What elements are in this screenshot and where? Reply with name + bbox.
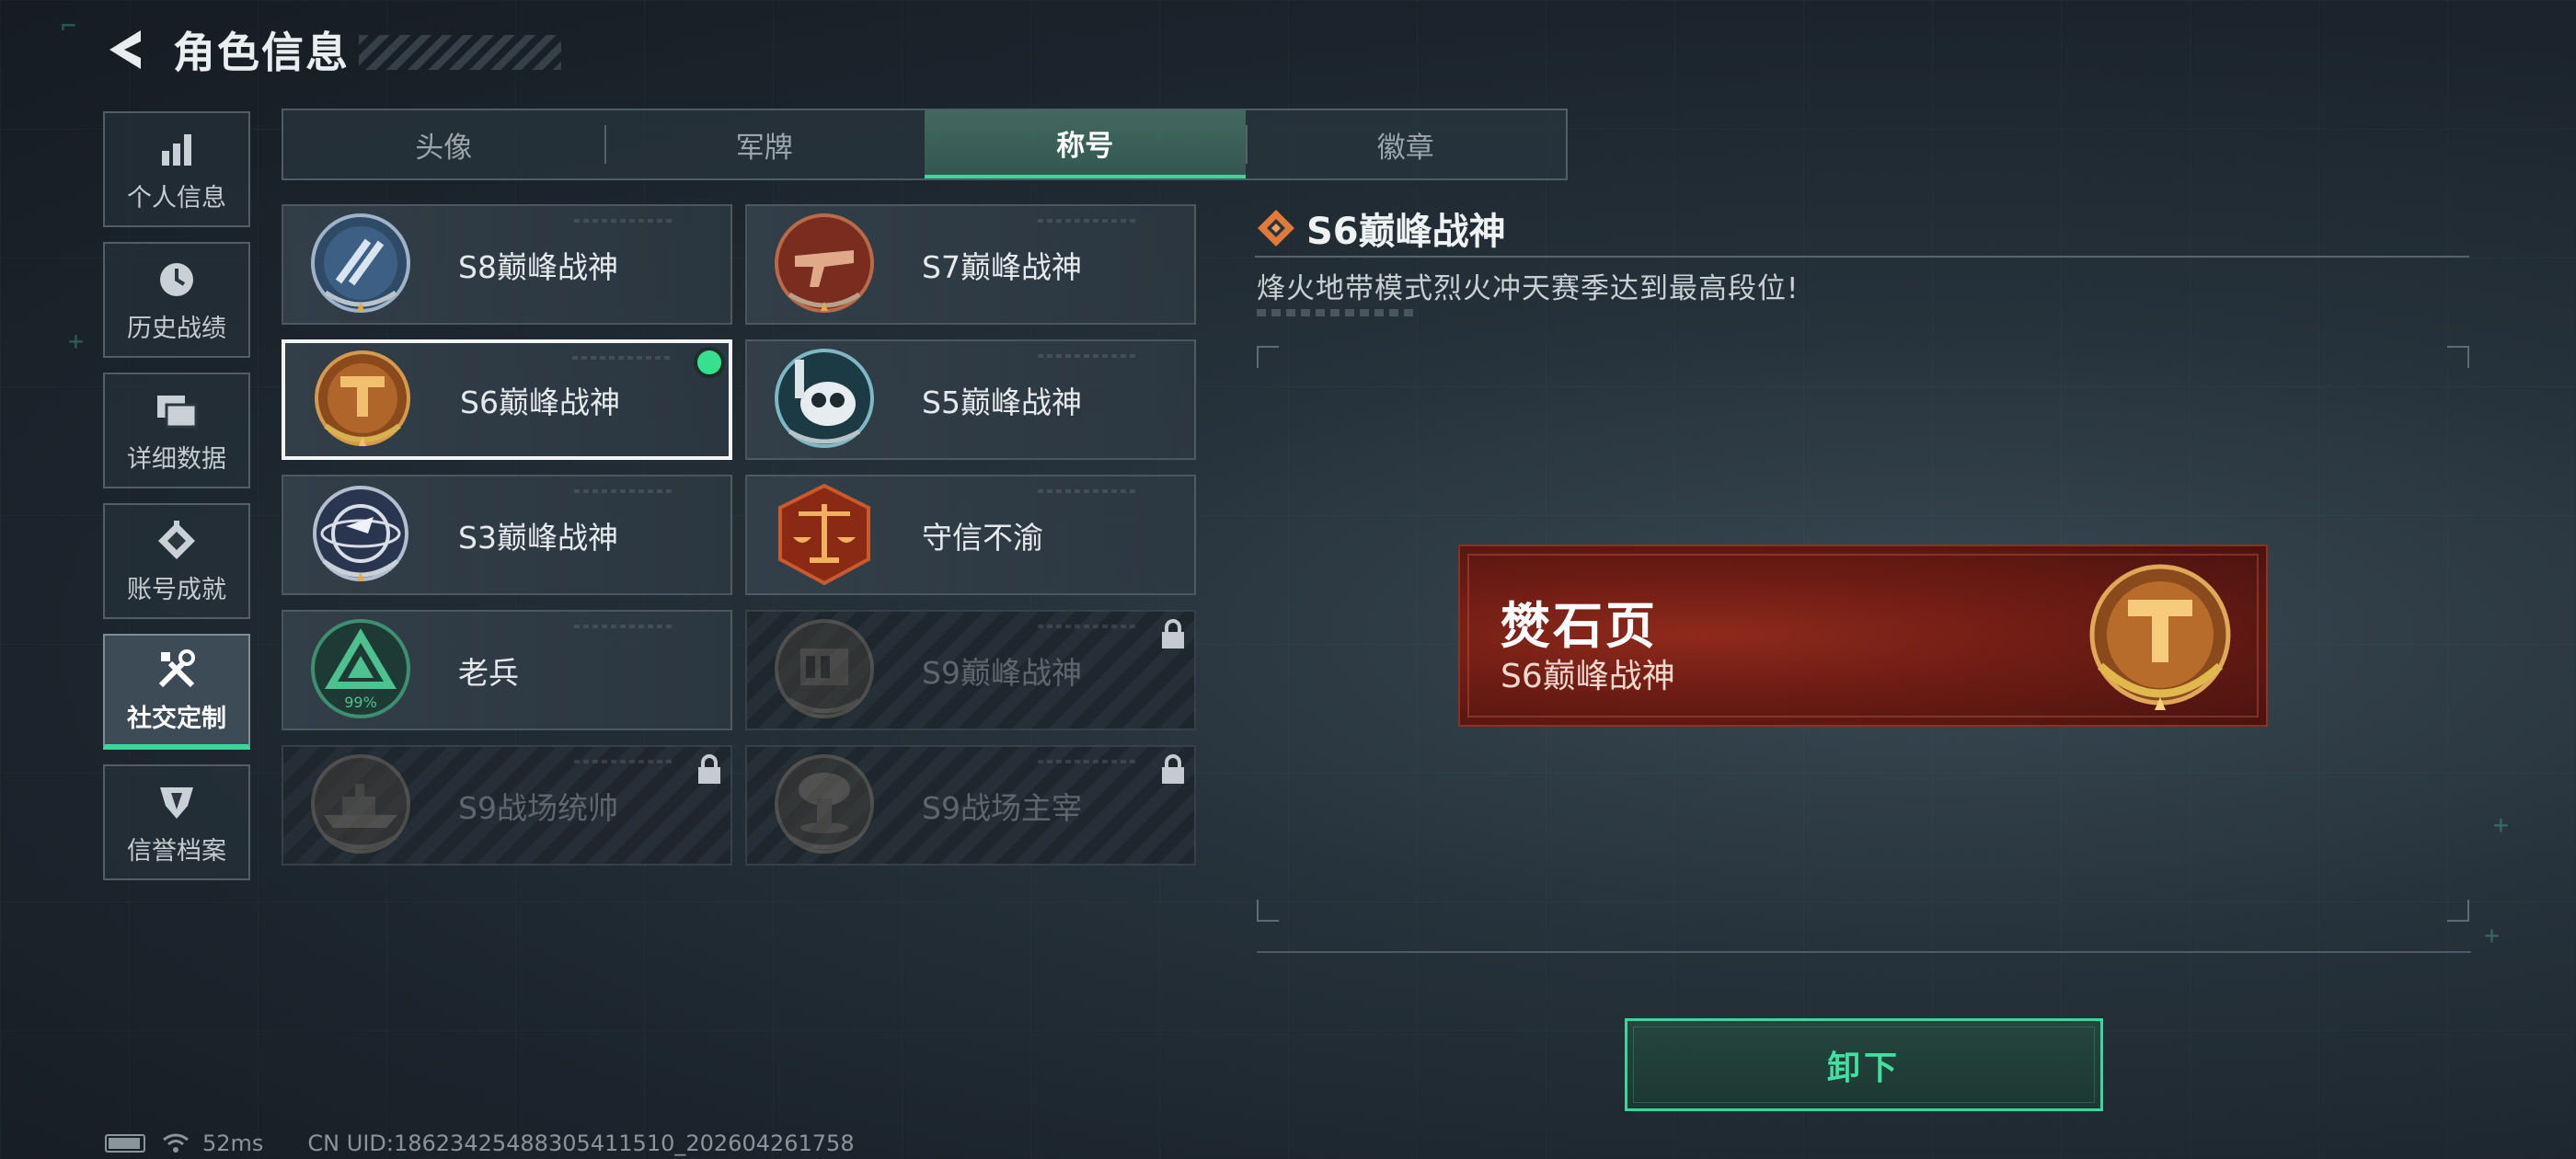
lock-icon xyxy=(696,754,723,786)
card-decoration xyxy=(574,489,675,493)
sidebar-item-personal-info[interactable]: 个人信息 xyxy=(103,111,250,227)
clock-icon xyxy=(154,257,200,303)
title-name: 守信不渝 xyxy=(922,519,1043,556)
tab-badge[interactable]: 徽章 xyxy=(1245,110,1567,178)
card-decoration xyxy=(574,219,675,223)
s6-badge-icon xyxy=(307,345,418,455)
card-decoration xyxy=(1038,219,1139,223)
title-name: S9战场主宰 xyxy=(922,789,1082,826)
title-name: 老兵 xyxy=(458,654,519,691)
uid-text: CN UID:1862342548830541151​0_20260426175… xyxy=(307,1130,855,1156)
title-card-s7[interactable]: S7巅峰战神 xyxy=(745,204,1196,325)
veteran-badge-text: 99% xyxy=(344,694,377,711)
status-bar: 52ms CN UID:1862342548830541151​0_202604… xyxy=(105,1130,855,1156)
deco-plus: + xyxy=(2484,920,2500,950)
s6-badge-icon xyxy=(2073,546,2248,725)
page-title: 角色信息 xyxy=(173,28,350,77)
title-name: S9战场统帅 xyxy=(458,789,618,826)
warship-badge-icon xyxy=(305,751,416,861)
scales-badge-icon xyxy=(769,480,880,591)
battery-icon xyxy=(105,1134,145,1153)
page-header: 角色信息 xyxy=(101,22,561,77)
title-card-s6[interactable]: S6巅峰战神 xyxy=(282,339,732,460)
card-decoration xyxy=(574,760,675,763)
back-arrow-icon[interactable] xyxy=(101,22,149,77)
deco-plus: + xyxy=(2493,809,2509,840)
title-card-s8[interactable]: S8巅峰战神 xyxy=(282,204,732,325)
s8-badge-icon xyxy=(305,210,416,320)
achievement-icon xyxy=(154,518,200,564)
frame-corner xyxy=(2447,346,2469,368)
ping-text: 52ms xyxy=(202,1130,264,1156)
title-name: S6巅峰战神 xyxy=(460,384,620,420)
shield-icon xyxy=(154,779,200,825)
deco-plus: + xyxy=(68,326,84,356)
s5-badge-icon xyxy=(769,345,880,455)
card-decoration xyxy=(1038,354,1139,358)
title-card-s5[interactable]: S5巅峰战神 xyxy=(745,339,1196,460)
category-tabs: 头像 军牌 称号 徽章 xyxy=(282,109,1568,180)
sidebar-item-label: 个人信息 xyxy=(127,183,226,212)
frame-corner xyxy=(1257,346,1279,368)
lock-icon xyxy=(1159,754,1187,786)
unequip-button[interactable]: 卸下 xyxy=(1625,1018,2103,1111)
title-card-s9-commander-locked[interactable]: S9战场统帅 xyxy=(282,745,732,866)
equipped-indicator xyxy=(697,350,721,374)
diamond-icon xyxy=(1255,207,1297,249)
sidebar-item-detailed-data[interactable]: 详细数据 xyxy=(103,373,250,488)
wifi-icon xyxy=(162,1132,190,1154)
title-card-s9-dominator-locked[interactable]: S9战场主宰 xyxy=(745,745,1196,866)
sidebar-item-label: 社交定制 xyxy=(127,704,226,733)
tab-dog-tag[interactable]: 军牌 xyxy=(604,110,926,178)
title-preview-banner: 燓石页 S6巅峰战神 xyxy=(1458,545,2268,727)
sidebar: 个人信息 历史战绩 详细数据 账号成就 社交定制 信誉档案 xyxy=(103,111,250,895)
title-card-veteran[interactable]: 99% 老兵 xyxy=(282,610,732,730)
sidebar-item-label: 详细数据 xyxy=(127,444,226,474)
bar-chart-icon xyxy=(154,126,200,172)
preview-title: S6巅峰战神 xyxy=(1501,658,1675,695)
deco-corner: ⌐ xyxy=(61,11,76,41)
title-card-s9-locked[interactable]: S9巅峰战神 xyxy=(745,610,1196,730)
preview-player-name: 燓石页 xyxy=(1501,597,1658,655)
tools-icon xyxy=(154,647,200,693)
title-name: S9巅峰战神 xyxy=(922,654,1082,691)
title-name: S7巅峰战神 xyxy=(922,248,1082,285)
title-name: S5巅峰战神 xyxy=(922,384,1082,420)
card-decoration xyxy=(572,356,673,360)
s3-badge-icon xyxy=(305,480,416,591)
card-decoration xyxy=(1038,760,1139,763)
sidebar-item-label: 历史战绩 xyxy=(127,314,226,343)
detail-description: 烽火地带模式烈火冲天赛季达到最高段位! xyxy=(1257,272,1800,305)
detail-header: S6巅峰战神 xyxy=(1255,201,2469,258)
sidebar-item-reputation[interactable]: 信誉档案 xyxy=(103,764,250,880)
veteran-badge-icon: 99% xyxy=(305,615,416,726)
detail-title: S6巅峰战神 xyxy=(1306,211,1506,253)
lock-icon xyxy=(1159,619,1187,650)
card-decoration xyxy=(1038,489,1139,493)
description-decoration xyxy=(1257,309,1419,316)
title-card-keep-faith[interactable]: 守信不渝 xyxy=(745,475,1196,595)
title-name: S3巅峰战神 xyxy=(458,519,618,556)
sidebar-item-label: 账号成就 xyxy=(127,575,226,604)
title-name: S8巅峰战神 xyxy=(458,248,618,285)
frame-corner xyxy=(2447,900,2469,922)
tab-avatar[interactable]: 头像 xyxy=(283,110,604,178)
frame-corner xyxy=(1257,900,1279,922)
sidebar-item-achievements[interactable]: 账号成就 xyxy=(103,503,250,619)
folder-icon xyxy=(154,387,200,433)
tab-title[interactable]: 称号 xyxy=(925,110,1246,178)
card-decoration xyxy=(1038,625,1139,628)
sidebar-item-history[interactable]: 历史战绩 xyxy=(103,242,250,358)
title-list: S8巅峰战神 S7巅峰战神 S6巅峰战神 S5巅峰战神 S3巅峰战神 守信不渝 … xyxy=(282,204,1196,866)
s9-badge-icon xyxy=(769,615,880,726)
s7-badge-icon xyxy=(769,210,880,320)
divider xyxy=(1257,951,2471,953)
title-card-s3[interactable]: S3巅峰战神 xyxy=(282,475,732,595)
card-decoration xyxy=(574,625,675,628)
mushroom-cloud-badge-icon xyxy=(769,751,880,861)
sidebar-item-label: 信誉档案 xyxy=(127,836,226,866)
title-decoration xyxy=(359,35,561,70)
sidebar-item-social-custom[interactable]: 社交定制 xyxy=(103,634,250,750)
